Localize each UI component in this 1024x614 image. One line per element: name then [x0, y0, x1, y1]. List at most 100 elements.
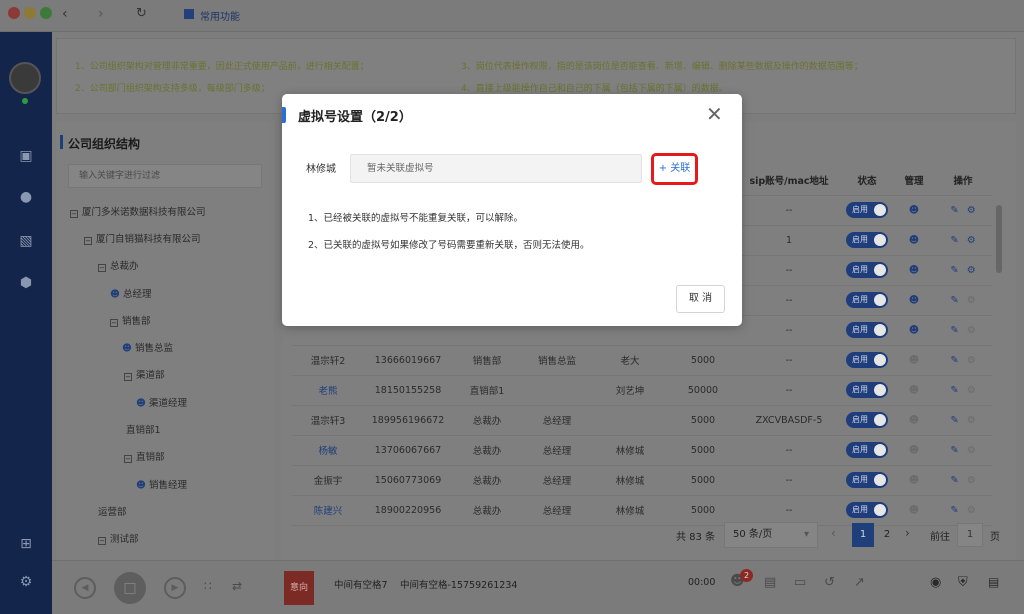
transfer-icon[interactable]: ⇄ — [232, 579, 242, 593]
settings-icon[interactable]: ⚙ — [967, 415, 976, 426]
next-page-icon[interactable]: › — [905, 526, 910, 540]
cube-icon[interactable]: ⬢ — [16, 273, 36, 293]
status-toggle[interactable]: 启用 — [846, 412, 888, 428]
page-2-button[interactable]: 2 — [876, 523, 898, 547]
table-row[interactable]: 老熊 18150155258 直销部1 刘艺坤 50000 -- 启用 ☻ ✎ ⚙ — [292, 375, 992, 406]
next-call-icon[interactable]: ▶ — [164, 577, 186, 599]
phone-icon[interactable]: □ — [114, 572, 146, 604]
manage-user-icon[interactable]: ☻ — [909, 355, 919, 366]
settings-icon[interactable]: ⚙ — [967, 385, 976, 396]
tree-node-direct-sales-1[interactable]: 直销部1 — [126, 422, 161, 436]
avatar[interactable] — [9, 62, 41, 94]
collapse-icon[interactable]: − — [98, 264, 106, 272]
intent-status-button[interactable]: 意向 — [284, 571, 314, 605]
edit-icon[interactable]: ✎ — [950, 475, 958, 486]
settings-icon[interactable]: ⚙ — [967, 475, 976, 486]
tree-node-domino[interactable]: − 厦门多米诺数据科技有限公司 — [70, 204, 206, 218]
mascot-icon[interactable]: ◉ — [930, 575, 941, 590]
table-row[interactable]: 陈建兴 18900220956 总裁办 总经理 林修城 5000 -- 启用 ☻ ✎ ⚙ — [292, 495, 992, 526]
cell-name[interactable]: 温宗轩2 — [292, 345, 364, 376]
collapse-icon[interactable]: − — [110, 319, 118, 327]
apps-icon[interactable]: ⊞ — [16, 534, 36, 554]
page-size-select[interactable]: 50 条/页 ▾ — [724, 522, 818, 548]
collapse-icon[interactable]: − — [98, 537, 106, 545]
export-icon[interactable]: ↗ — [854, 575, 865, 590]
table-row[interactable]: 杨敏 13706067667 总裁办 总经理 林修城 5000 -- 启用 ☻ ✎ ⚙ — [292, 435, 992, 466]
manage-user-icon[interactable]: ☻ — [909, 235, 919, 246]
prev-page-icon[interactable]: ‹ — [831, 526, 836, 540]
tree-node-testing[interactable]: − 测试部 — [98, 531, 139, 545]
status-toggle[interactable]: 启用 — [846, 352, 888, 368]
goto-page-input[interactable]: 1 — [957, 523, 983, 547]
tree-node-sales-manager[interactable]: ☻ 销售经理 — [136, 477, 187, 491]
tree-node-channel[interactable]: − 渠道部 — [124, 367, 165, 381]
close-icon[interactable]: ✕ — [706, 104, 723, 124]
manage-user-icon[interactable]: ☻ — [909, 325, 919, 336]
link-virtual-number-button[interactable]: + 关联 — [651, 153, 698, 185]
loop-icon[interactable]: ↺ — [824, 575, 835, 590]
tree-node-sales-director[interactable]: ☻ 销售总监 — [122, 340, 173, 354]
inbox-icon[interactable]: ▤ — [764, 575, 776, 590]
tree-node-channel-manager[interactable]: ☻ 渠道经理 — [136, 395, 187, 409]
minimize-window-button[interactable] — [24, 7, 36, 19]
tree-node-president-office[interactable]: − 总裁办 — [98, 258, 139, 272]
settings-icon[interactable]: ⚙ — [967, 295, 976, 306]
cell-name[interactable]: 金振宇 — [292, 465, 364, 496]
status-toggle[interactable]: 启用 — [846, 202, 888, 218]
settings-icon[interactable]: ⚙ — [967, 205, 976, 216]
manage-user-icon[interactable]: ☻ — [909, 385, 919, 396]
manage-user-icon[interactable]: ☻ — [909, 505, 919, 516]
shield-icon[interactable]: ⛨ — [958, 575, 968, 590]
monitor-icon[interactable]: ▣ — [16, 146, 36, 166]
settings-icon[interactable]: ⚙ — [967, 325, 976, 336]
user-icon[interactable]: ● — [16, 187, 36, 207]
page-1-button[interactable]: 1 — [852, 523, 874, 547]
folder-icon[interactable]: ▭ — [794, 575, 806, 590]
settings-icon[interactable]: ⚙ — [967, 265, 976, 276]
tree-node-operations[interactable]: 运营部 — [98, 504, 127, 518]
tree-node-direct-sales[interactable]: − 直销部 — [124, 449, 165, 463]
document-icon[interactable]: ▧ — [16, 231, 36, 251]
status-toggle[interactable]: 启用 — [846, 292, 888, 308]
manage-user-icon[interactable]: ☻ — [909, 475, 919, 486]
maximize-window-button[interactable] — [40, 7, 52, 19]
virtual-number-field[interactable]: 暂未关联虚拟号 — [350, 154, 642, 183]
manage-user-icon[interactable]: ☻ — [909, 415, 919, 426]
dialpad-icon[interactable]: ∷ — [204, 579, 212, 593]
calendar-icon[interactable]: ▤ — [988, 575, 999, 589]
cancel-button[interactable]: 取 消 — [676, 285, 725, 313]
table-row[interactable]: 温宗轩2 13666019667 销售部 销售总监 老大 5000 -- 启用 ☻ ✎ ⚙ — [292, 345, 992, 376]
manage-user-icon[interactable]: ☻ — [909, 445, 919, 456]
settings-icon[interactable]: ⚙ — [967, 235, 976, 246]
collapse-icon[interactable]: − — [84, 237, 92, 245]
collapse-icon[interactable]: − — [124, 373, 132, 381]
status-toggle[interactable]: 启用 — [846, 502, 888, 518]
back-icon[interactable]: ‹ — [62, 6, 68, 22]
collapse-icon[interactable]: − — [70, 210, 78, 218]
settings-icon[interactable]: ⚙ — [967, 355, 976, 366]
status-toggle[interactable]: 启用 — [846, 322, 888, 338]
table-scrollbar[interactable] — [996, 205, 1002, 273]
cell-name[interactable]: 杨敏 — [292, 435, 364, 466]
edit-icon[interactable]: ✎ — [950, 295, 958, 306]
org-filter-input[interactable]: 输入关键字进行过滤 — [68, 164, 262, 188]
edit-icon[interactable]: ✎ — [950, 385, 958, 396]
tree-node-sales[interactable]: − 销售部 — [110, 313, 151, 327]
table-row[interactable]: 温宗轩3 189956196672 总裁办 总经理 5000 ZXCVBASDF-5 启用 ☻… — [292, 405, 992, 436]
refresh-icon[interactable]: ↻ — [136, 6, 147, 21]
edit-icon[interactable]: ✎ — [950, 505, 958, 516]
edit-icon[interactable]: ✎ — [950, 235, 958, 246]
manage-user-icon[interactable]: ☻ — [909, 265, 919, 276]
cell-name[interactable]: 温宗轩3 — [292, 405, 364, 436]
manage-user-icon[interactable]: ☻ — [909, 205, 919, 216]
status-toggle[interactable]: 启用 — [846, 232, 888, 248]
status-toggle[interactable]: 启用 — [846, 472, 888, 488]
forward-icon[interactable]: › — [98, 6, 104, 22]
tab-common-functions[interactable]: 常用功能 — [200, 8, 240, 23]
collapse-icon[interactable]: − — [124, 455, 132, 463]
cell-name[interactable]: 陈建兴 — [292, 495, 364, 526]
status-toggle[interactable]: 启用 — [846, 442, 888, 458]
previous-call-icon[interactable]: ◀ — [74, 577, 96, 599]
edit-icon[interactable]: ✎ — [950, 415, 958, 426]
cell-name[interactable]: 老熊 — [292, 375, 364, 406]
